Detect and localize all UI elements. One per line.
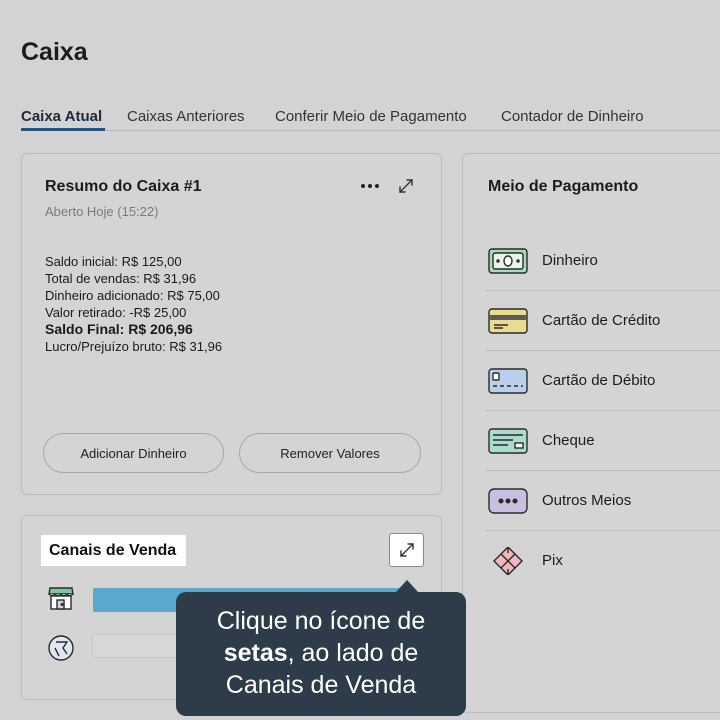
cash-icon [488, 247, 528, 275]
list-item[interactable]: Cartão de Débito [485, 351, 720, 411]
meio-title: Meio de Pagamento [488, 178, 639, 195]
list-item[interactable]: Cartão de Crédito [485, 291, 720, 351]
add-money-button[interactable]: Adicionar Dinheiro [43, 433, 224, 473]
payment-label: Outros Meios [542, 492, 632, 509]
saldo-final: Saldo Final: R$ 206,96 [45, 321, 193, 337]
check-icon [488, 427, 528, 455]
store-icon [47, 584, 75, 612]
saldo-inicial: Saldo inicial: R$ 125,00 [45, 254, 182, 269]
total-vendas: Total de vendas: R$ 31,96 [45, 271, 197, 286]
payment-label: Dinheiro [542, 252, 598, 269]
tab-bar: Caixa Atual Caixas Anteriores Conferir M… [21, 108, 720, 131]
more-horizontal-icon[interactable] [359, 175, 381, 197]
tooltip-line-2: setas, ao lado de [176, 637, 466, 669]
other-channel-icon [47, 634, 75, 662]
debit-card-icon [488, 367, 528, 395]
payment-label: Cartão de Débito [542, 372, 656, 389]
dinheiro-adicionado: Dinheiro adicionado: R$ 75,00 [45, 288, 220, 303]
list-item[interactable]: Dinheiro [485, 231, 720, 291]
other-payment-icon [488, 487, 528, 515]
tab-conferir-meio-de-pagamento[interactable]: Conferir Meio de Pagamento [275, 108, 467, 125]
payment-label: Pix [542, 552, 563, 569]
expand-arrows-icon [399, 543, 414, 557]
list-item[interactable]: Outros Meios [485, 471, 720, 531]
page-title: Caixa [21, 38, 88, 66]
resumo-summary: Saldo inicial: R$ 125,00 Total de vendas… [45, 253, 222, 355]
resumo-card: Resumo do Caixa #1 Aberto Hoje (15:22) S… [21, 153, 442, 495]
tooltip-bold-word: setas [223, 639, 288, 667]
remove-values-button[interactable]: Remover Valores [239, 433, 421, 473]
pix-icon [488, 546, 528, 576]
resumo-subtitle: Aberto Hoje (15:22) [45, 204, 159, 219]
tab-caixas-anteriores[interactable]: Caixas Anteriores [127, 108, 245, 125]
payment-label: Cheque [542, 432, 595, 449]
list-item[interactable]: Pix [485, 531, 720, 591]
canais-expand-button[interactable] [389, 533, 424, 567]
resumo-title: Resumo do Caixa #1 [45, 178, 202, 195]
meio-card: Meio de Pagamento Dinheiro Cartão de Cré… [462, 153, 720, 713]
tab-caixa-atual[interactable]: Caixa Atual [21, 108, 102, 125]
list-item[interactable]: Cheque [485, 411, 720, 471]
tooltip-line-1: Clique no ícone de [216, 607, 426, 635]
expand-arrows-icon[interactable] [395, 175, 417, 197]
active-tab-indicator [21, 128, 105, 131]
tutorial-tooltip: Clique no ícone de setas, ao lado de Can… [176, 592, 466, 716]
tab-contador-de-dinheiro[interactable]: Contador de Dinheiro [501, 108, 644, 125]
payment-label: Cartão de Crédito [542, 312, 661, 329]
payment-list: Dinheiro Cartão de Crédito Cartão de Déb… [485, 231, 720, 591]
canais-title: Canais de Venda [41, 535, 186, 566]
tooltip-line-2-rest: , ao lado de [287, 639, 419, 667]
lucro-prejuizo: Lucro/Prejuízo bruto: R$ 31,96 [45, 339, 223, 354]
tooltip-line-3: Canais de Venda [225, 671, 417, 699]
valor-retirado: Valor retirado: -R$ 25,00 [45, 305, 187, 320]
credit-card-icon [488, 307, 528, 335]
